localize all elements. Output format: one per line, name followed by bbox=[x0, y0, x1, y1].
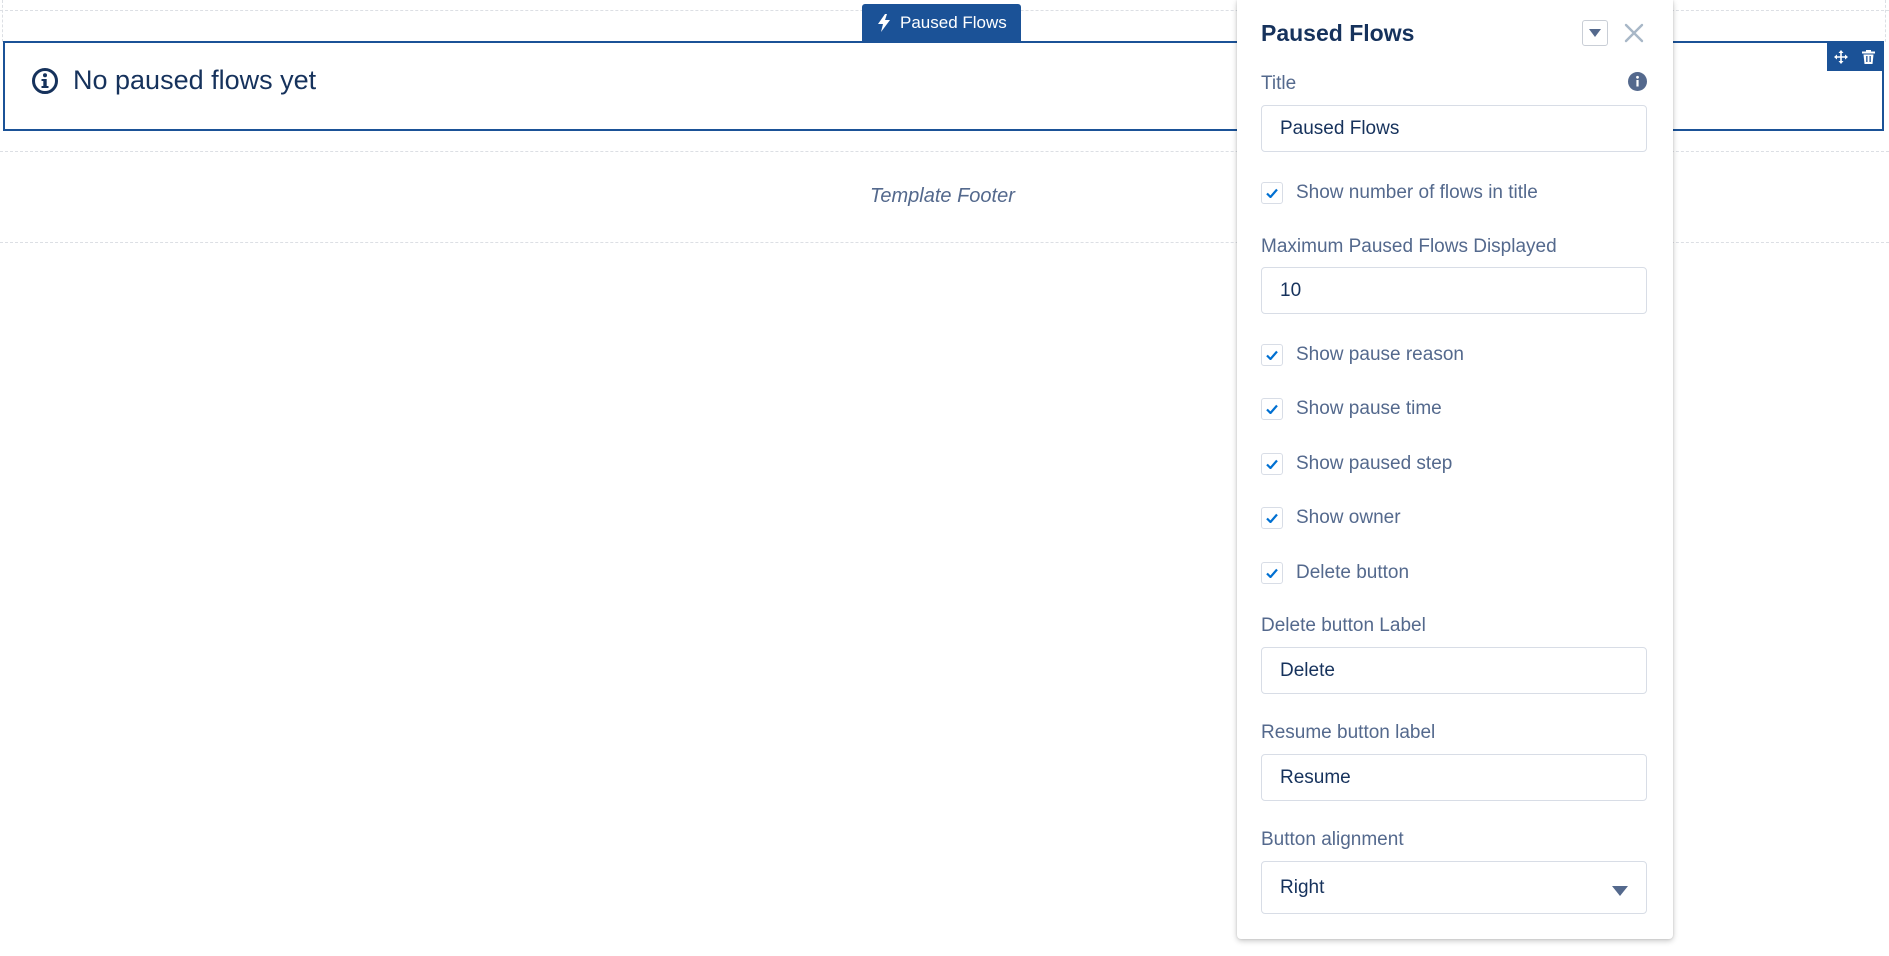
panel-menu-button[interactable] bbox=[1582, 20, 1608, 46]
component-label-tab[interactable]: Paused Flows bbox=[862, 4, 1021, 41]
lightning-icon bbox=[878, 13, 890, 32]
show-pause-reason-checkbox[interactable] bbox=[1261, 344, 1283, 366]
region-guide-left bbox=[2, 0, 3, 42]
show-pause-reason-option[interactable]: Show pause reason bbox=[1261, 342, 1464, 368]
close-icon bbox=[1624, 23, 1644, 43]
show-owner-label: Show owner bbox=[1296, 507, 1401, 528]
show-count-label: Show number of flows in title bbox=[1296, 182, 1538, 203]
template-footer-label: Template Footer bbox=[870, 185, 1015, 207]
show-count-option[interactable]: Show number of flows in title bbox=[1261, 180, 1538, 206]
checkmark-icon bbox=[1266, 188, 1278, 198]
alignment-select[interactable]: Right bbox=[1261, 861, 1647, 914]
region-guide-right bbox=[1885, 0, 1886, 42]
show-pause-time-checkbox[interactable] bbox=[1261, 398, 1283, 420]
page-canvas: Paused Flows No paused flows yet Templat… bbox=[0, 0, 1889, 956]
max-displayed-input[interactable] bbox=[1261, 267, 1647, 314]
show-owner-checkbox[interactable] bbox=[1261, 507, 1283, 529]
component-label-text: Paused Flows bbox=[900, 12, 1007, 32]
move-icon[interactable] bbox=[1834, 50, 1848, 64]
show-paused-step-label: Show paused step bbox=[1296, 453, 1453, 474]
empty-state-message: No paused flows yet bbox=[73, 65, 317, 95]
show-owner-option[interactable]: Show owner bbox=[1261, 505, 1401, 531]
chevron-down-icon bbox=[1589, 29, 1601, 37]
alignment-field-label: Button alignment bbox=[1261, 829, 1404, 850]
delete-label-field-label: Delete button Label bbox=[1261, 615, 1426, 636]
panel-title: Paused Flows bbox=[1261, 20, 1415, 46]
trash-icon[interactable] bbox=[1862, 50, 1875, 64]
title-help[interactable] bbox=[1628, 72, 1647, 96]
delete-label-input[interactable] bbox=[1261, 647, 1647, 694]
caret-down-icon bbox=[1612, 885, 1628, 896]
checkmark-icon bbox=[1266, 459, 1278, 469]
component-actions bbox=[1827, 43, 1882, 71]
show-pause-reason-label: Show pause reason bbox=[1296, 344, 1464, 365]
checkmark-icon bbox=[1266, 404, 1278, 414]
resume-label-field-label: Resume button label bbox=[1261, 722, 1436, 743]
show-pause-time-label: Show pause time bbox=[1296, 398, 1442, 419]
delete-button-checkbox[interactable] bbox=[1261, 562, 1283, 584]
delete-button-option[interactable]: Delete button bbox=[1261, 560, 1409, 586]
panel-close-button[interactable] bbox=[1621, 20, 1647, 46]
show-pause-time-option[interactable]: Show pause time bbox=[1261, 396, 1442, 422]
delete-button-option-label: Delete button bbox=[1296, 562, 1410, 583]
show-paused-step-option[interactable]: Show paused step bbox=[1261, 451, 1452, 477]
empty-state: No paused flows yet bbox=[31, 65, 316, 96]
title-input[interactable] bbox=[1261, 105, 1647, 152]
title-field-label: Title bbox=[1261, 73, 1297, 94]
info-circle-icon bbox=[32, 67, 58, 94]
alignment-selected-value: Right bbox=[1280, 876, 1325, 898]
show-paused-step-checkbox[interactable] bbox=[1261, 453, 1283, 475]
resume-label-input[interactable] bbox=[1261, 754, 1647, 801]
show-count-checkbox[interactable] bbox=[1261, 182, 1283, 204]
checkmark-icon bbox=[1266, 568, 1278, 578]
checkmark-icon bbox=[1266, 350, 1278, 360]
info-icon bbox=[1628, 72, 1647, 91]
checkmark-icon bbox=[1266, 513, 1278, 523]
property-panel: Paused Flows Title Paused Flows Show num… bbox=[1237, 0, 1673, 939]
max-displayed-label: Maximum Paused Flows Displayed bbox=[1261, 236, 1557, 257]
